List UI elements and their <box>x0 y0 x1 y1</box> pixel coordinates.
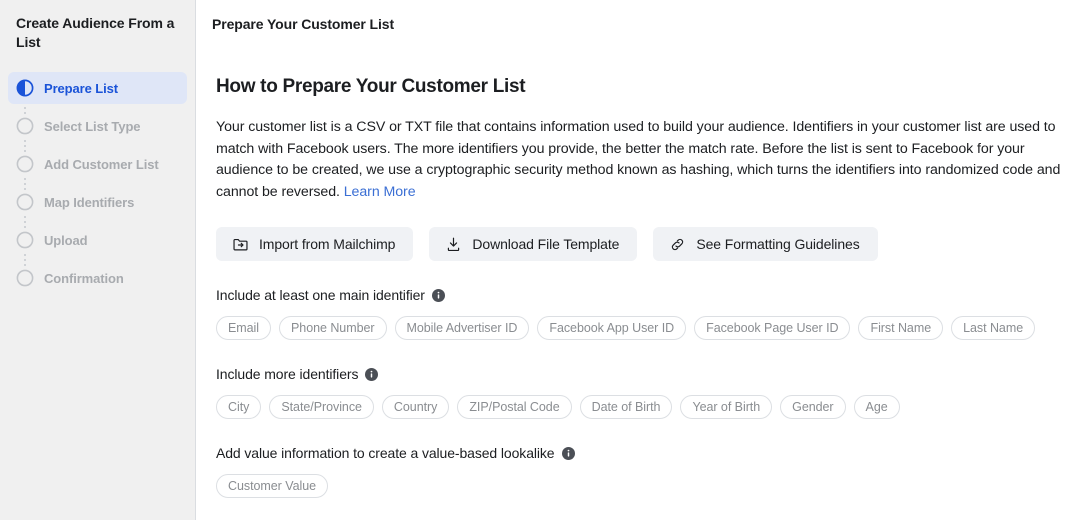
intro-text: Your customer list is a CSV or TXT file … <box>216 119 1061 200</box>
identifier-tag[interactable]: Age <box>853 395 900 419</box>
intro-paragraph: Your customer list is a CSV or TXT file … <box>216 117 1064 203</box>
identifier-group-label-text: Add value information to create a value-… <box>216 445 555 461</box>
identifier-group-label: Include at least one main identifier <box>216 287 1064 303</box>
info-circle-icon[interactable] <box>561 446 575 460</box>
action-button-row: Import from Mailchimp Download File Templ… <box>216 227 1064 261</box>
empty-circle-icon <box>16 231 34 249</box>
section-heading: How to Prepare Your Customer List <box>216 76 526 97</box>
identifier-tag[interactable]: State/Province <box>269 395 374 419</box>
identifier-group: Include at least one main identifier Emai… <box>216 287 1064 340</box>
sidebar-step-label: Add Customer List <box>44 156 159 172</box>
sidebar-step-prepare-list[interactable]: Prepare List <box>8 72 187 104</box>
sidebar-title: Create Audience From a List <box>16 15 175 50</box>
identifier-tag-list: Customer Value <box>216 474 1064 498</box>
create-audience-dialog: Create Audience From a List Prepare List… <box>0 0 1080 520</box>
identifier-tag[interactable]: Phone Number <box>279 316 387 340</box>
sidebar-step-confirmation[interactable]: Confirmation <box>8 262 187 294</box>
identifier-tag-list: Email Phone Number Mobile Advertiser ID Fac… <box>216 316 1064 340</box>
link-chain-icon <box>669 236 686 253</box>
identifier-tag[interactable]: City <box>216 395 262 419</box>
identifier-tag[interactable]: Customer Value <box>216 474 328 498</box>
download-file-template-button[interactable]: Download File Template <box>429 227 638 261</box>
identifier-tag[interactable]: Date of Birth <box>579 395 673 419</box>
main-content: How to Prepare Your Customer List Your c… <box>196 32 1080 498</box>
sidebar-step-label: Select List Type <box>44 118 141 134</box>
sidebar-step-upload[interactable]: Upload <box>8 224 187 256</box>
info-circle-icon[interactable] <box>365 367 379 381</box>
main-header: Prepare Your Customer List <box>196 0 1080 32</box>
action-button-label: See Formatting Guidelines <box>696 236 860 252</box>
main-panel: Prepare Your Customer List How to Prepar… <box>196 0 1080 520</box>
sidebar-step-map-identifiers[interactable]: Map Identifiers <box>8 186 187 218</box>
learn-more-link[interactable]: Learn More <box>344 184 416 200</box>
empty-circle-icon <box>16 155 34 173</box>
action-button-label: Import from Mailchimp <box>259 236 396 252</box>
sidebar-step-label: Confirmation <box>44 270 124 286</box>
sidebar-step-add-customer-list[interactable]: Add Customer List <box>8 148 187 180</box>
empty-circle-icon <box>16 269 34 287</box>
wizard-step-list: Prepare List Select List Type Add Customer… <box>0 72 195 294</box>
identifier-groups: Include at least one main identifier Emai… <box>216 287 1064 498</box>
action-button-label: Download File Template <box>472 236 620 252</box>
sidebar-step-label: Prepare List <box>44 80 118 96</box>
identifier-group-label-text: Include more identifiers <box>216 366 359 382</box>
identifier-group-label: Add value information to create a value-… <box>216 445 1064 461</box>
folder-import-icon <box>232 236 249 253</box>
identifier-tag[interactable]: Last Name <box>951 316 1036 340</box>
page-title: Prepare Your Customer List <box>212 16 395 32</box>
empty-circle-icon <box>16 117 34 135</box>
identifier-tag[interactable]: Mobile Advertiser ID <box>394 316 530 340</box>
identifier-tag[interactable]: Country <box>381 395 450 419</box>
identifier-tag[interactable]: Email <box>216 316 272 340</box>
identifier-group-label-text: Include at least one main identifier <box>216 287 425 303</box>
identifier-tag-list: City State/Province Country ZIP/Postal Code… <box>216 395 1064 419</box>
see-formatting-guidelines-button[interactable]: See Formatting Guidelines <box>653 227 878 261</box>
wizard-sidebar: Create Audience From a List Prepare List… <box>0 0 196 520</box>
sidebar-step-label: Upload <box>44 232 88 248</box>
import-from-mailchimp-button[interactable]: Import from Mailchimp <box>216 227 414 261</box>
identifier-tag[interactable]: ZIP/Postal Code <box>457 395 572 419</box>
empty-circle-icon <box>16 193 34 211</box>
sidebar-step-select-list-type[interactable]: Select List Type <box>8 110 187 142</box>
info-circle-icon[interactable] <box>431 288 445 302</box>
identifier-group-label: Include more identifiers <box>216 366 1064 382</box>
identifier-group: Include more identifiers City State/Provin… <box>216 366 1064 419</box>
download-icon <box>445 236 462 253</box>
identifier-tag[interactable]: First Name <box>858 316 944 340</box>
identifier-tag[interactable]: Gender <box>780 395 846 419</box>
identifier-tag[interactable]: Facebook App User ID <box>537 316 687 340</box>
identifier-tag[interactable]: Facebook Page User ID <box>694 316 851 340</box>
identifier-group: Add value information to create a value-… <box>216 445 1064 498</box>
half-filled-circle-icon <box>16 79 34 97</box>
identifier-tag[interactable]: Year of Birth <box>680 395 773 419</box>
sidebar-step-label: Map Identifiers <box>44 194 135 210</box>
